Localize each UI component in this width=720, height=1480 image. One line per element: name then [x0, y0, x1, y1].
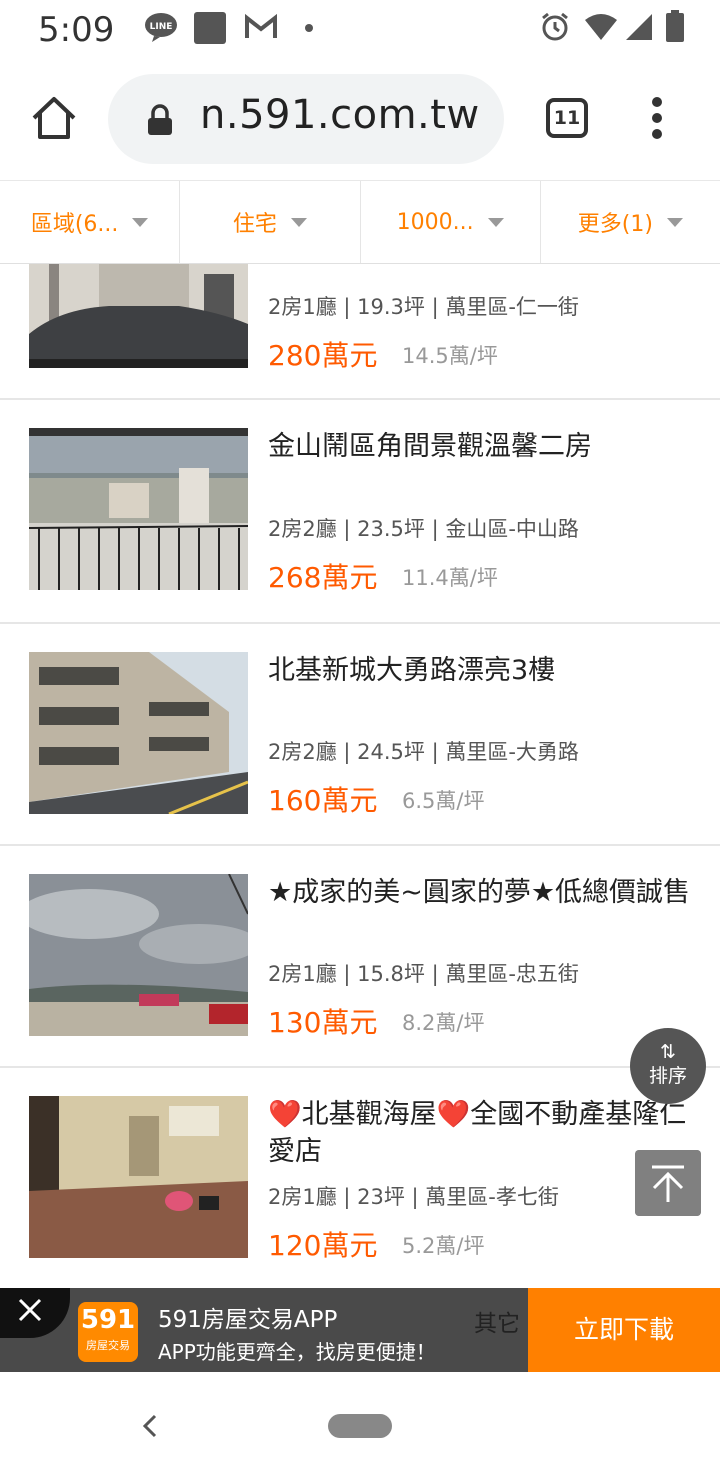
browser-toolbar: n.591.com.tw 11 [0, 56, 720, 180]
status-bar: 5:09 LINE [0, 0, 720, 56]
listing-title: 北基新城大勇路漂亮3樓 [268, 655, 556, 686]
back-icon[interactable] [142, 1414, 158, 1438]
listing-title: ★成家的美~圓家的夢★低總價誠售 [268, 877, 691, 908]
listing-title: 金山鬧區角間景觀溫馨二房 [268, 431, 592, 462]
listing-meta: 2房2廳 | 23.5坪 | 金山區-中山路 [268, 517, 579, 541]
caret-down-icon [666, 217, 683, 227]
address-bar[interactable]: n.591.com.tw [108, 74, 504, 164]
listing-unit-price: 11.4萬/坪 [402, 566, 498, 590]
listing-price: 268萬元 [268, 561, 378, 594]
banner-title: 591房屋交易APP [158, 1307, 338, 1333]
listing-price: 280萬元 [268, 339, 378, 372]
listing-title: ❤️北基觀海屋❤️全國不動產基隆仁愛店 [268, 1099, 687, 1167]
listing-meta: 2房1廳 | 23坪 | 萬里區-孝七街 [268, 1185, 559, 1209]
filter-bar: 區域(6... 住宅 1000... 更多(1) [0, 180, 720, 264]
filter-price[interactable]: 1000... [361, 181, 541, 263]
lock-icon [148, 104, 172, 135]
underlying-text: 其它 [474, 1311, 520, 1337]
caret-down-icon [290, 217, 307, 227]
wifi-icon [585, 14, 617, 40]
listing-meta: 2房1廳 | 15.8坪 | 萬里區-忠五街 [268, 962, 579, 986]
alarm-icon [542, 12, 568, 41]
app-download-banner: 其它 591 房屋交易 591房屋交易APP APP功能更齊全，找房更便捷！ 立… [0, 1288, 720, 1372]
listing-list: 2房1廳 | 19.3坪 | 萬里區-仁一街 280萬元 14.5萬/坪 金山鬧… [0, 264, 720, 1288]
close-icon [18, 1298, 42, 1322]
logo-text: 房屋交易 [86, 1339, 130, 1352]
svg-text:LINE: LINE [150, 22, 173, 32]
listing-item[interactable]: ★成家的美~圓家的夢★低總價誠售 2房1廳 | 15.8坪 | 萬里區-忠五街 … [0, 846, 720, 1068]
filter-region[interactable]: 區域(6... [0, 181, 181, 263]
sort-label: 排序 [648, 1065, 687, 1087]
listing-photo [29, 264, 248, 368]
sort-arrows-icon: ⇅ [660, 1041, 676, 1063]
listing-photo [29, 428, 248, 590]
filter-label: 更多(1) [577, 212, 653, 237]
listing-photo [29, 874, 248, 1036]
overflow-menu-icon[interactable] [648, 96, 666, 140]
listing-price: 160萬元 [268, 784, 378, 817]
filter-label: 區域(6... [30, 212, 119, 237]
home-icon[interactable] [30, 96, 78, 140]
filter-label: 住宅 [232, 212, 277, 237]
caret-down-icon [487, 217, 504, 227]
home-pill-button[interactable] [328, 1414, 392, 1438]
listing-unit-price: 5.2萬/坪 [402, 1234, 485, 1258]
listing-unit-price: 6.5萬/坪 [402, 789, 485, 813]
gmail-icon [245, 13, 277, 38]
tab-switcher-button[interactable]: 11 [546, 98, 588, 138]
filter-type[interactable]: 住宅 [180, 181, 361, 263]
app-logo: 591 房屋交易 [78, 1302, 138, 1362]
download-button[interactable]: 立即下載 [528, 1288, 720, 1372]
back-to-top-icon[interactable] [635, 1150, 701, 1216]
listing-price: 130萬元 [268, 1006, 378, 1039]
filter-label: 1000... [396, 209, 474, 235]
close-banner-button[interactable] [0, 1288, 70, 1338]
listing-item[interactable]: 北基新城大勇路漂亮3樓 2房2廳 | 24.5坪 | 萬里區-大勇路 160萬元… [0, 624, 720, 846]
sort-button[interactable]: ⇅ 排序 [630, 1028, 706, 1104]
listing-unit-price: 14.5萬/坪 [402, 344, 498, 368]
notification-square-icon [194, 12, 226, 44]
more-notifications-dot-icon [305, 24, 313, 32]
listing-price: 120萬元 [268, 1229, 378, 1262]
listing-item[interactable]: ❤️北基觀海屋❤️全國不動產基隆仁愛店 2房1廳 | 23坪 | 萬里區-孝七街… [0, 1068, 720, 1288]
listing-item[interactable]: 2房1廳 | 19.3坪 | 萬里區-仁一街 280萬元 14.5萬/坪 [0, 264, 720, 400]
listing-item[interactable]: 金山鬧區角間景觀溫馨二房 2房2廳 | 23.5坪 | 金山區-中山路 268萬… [0, 400, 720, 624]
line-app-icon: LINE [145, 13, 177, 42]
signal-icon [626, 14, 652, 40]
listing-unit-price: 8.2萬/坪 [402, 1011, 485, 1035]
status-time: 5:09 [38, 10, 115, 50]
system-nav-bar [0, 1372, 720, 1480]
filter-more[interactable]: 更多(1) [541, 181, 720, 263]
logo-number: 591 [80, 1305, 136, 1335]
listing-meta: 2房2廳 | 24.5坪 | 萬里區-大勇路 [268, 740, 579, 764]
caret-down-icon [132, 217, 149, 227]
banner-subtitle: APP功能更齊全，找房更便捷！ [158, 1340, 436, 1364]
listing-photo [29, 1096, 248, 1258]
listing-meta: 2房1廳 | 19.3坪 | 萬里區-仁一街 [268, 295, 579, 319]
listing-photo [29, 652, 248, 814]
battery-icon [666, 10, 684, 42]
url-text: n.591.com.tw [200, 92, 480, 138]
